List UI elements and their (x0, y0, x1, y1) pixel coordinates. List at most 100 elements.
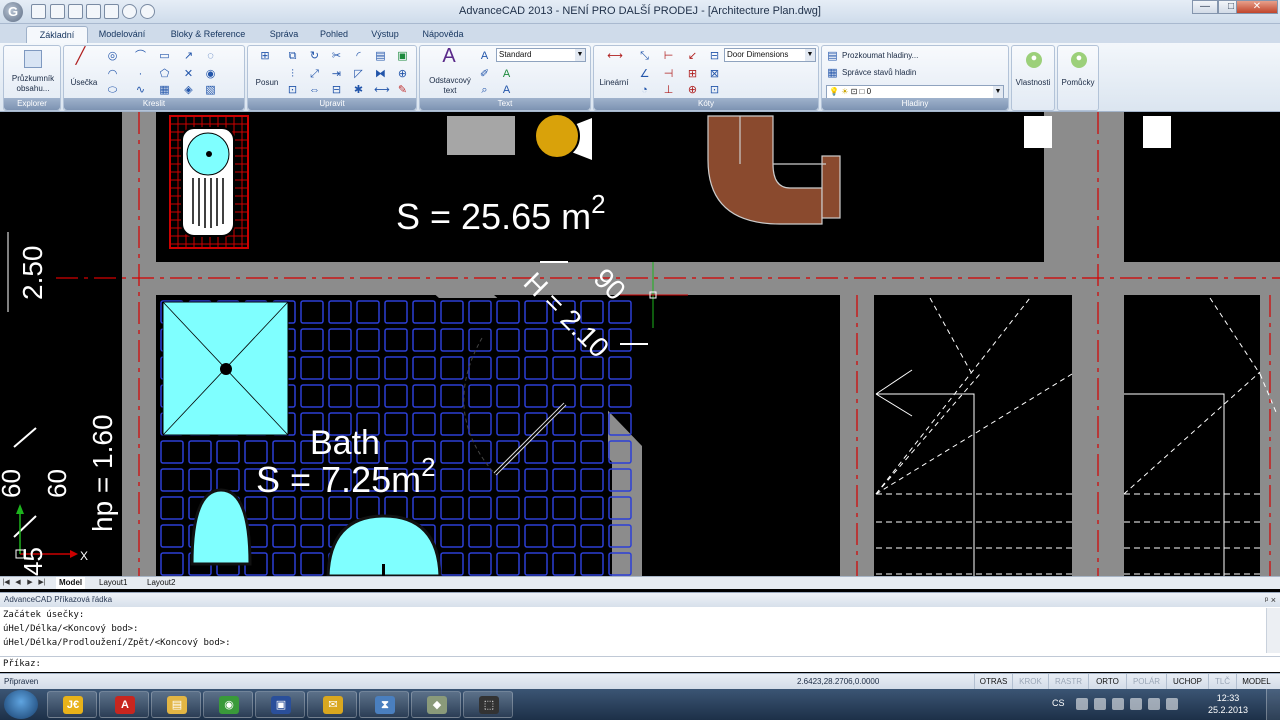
text-find-icon[interactable]: ⌕ (478, 84, 491, 97)
join-tool-icon[interactable]: ⧓ (374, 68, 387, 81)
layer-state-manager-button[interactable]: Správce stavů hladin (842, 67, 916, 79)
trim-tool-icon[interactable]: ✂ (330, 50, 343, 63)
arc-tool-icon[interactable]: ◠ (106, 68, 119, 81)
chamfer-tool-icon[interactable]: ◸ (352, 68, 365, 81)
layer-manager-icon[interactable]: ▦ (826, 67, 839, 80)
lengthen-tool-icon[interactable]: ⟷ (374, 84, 390, 97)
properties-button[interactable]: Vlastnosti (1012, 78, 1054, 88)
dimension-style-select[interactable]: Door Dimensions ▼ (724, 48, 816, 62)
toggle-rastr[interactable]: RASTR (1048, 674, 1088, 689)
ray-tool-icon[interactable]: ↗ (182, 50, 195, 63)
language-indicator[interactable]: CS (1052, 698, 1065, 708)
extend-tool-icon[interactable]: ⇥ (330, 68, 343, 81)
clock[interactable]: 12:33 25.2.2013 (1208, 692, 1248, 716)
tray-flag-icon[interactable] (1094, 698, 1106, 710)
start-button[interactable] (4, 690, 38, 719)
scale-tool-icon[interactable]: ⤢ (308, 68, 321, 81)
toggle-model[interactable]: MODEL (1236, 674, 1276, 689)
mtext-tool-icon[interactable]: A (438, 46, 460, 72)
angular-dim-icon[interactable]: ∠ (638, 68, 651, 81)
tab-bloky-reference[interactable]: Bloky & Reference (160, 26, 256, 43)
mtext-tool-button[interactable]: Odstavcový text (422, 76, 478, 96)
close-button[interactable]: ✕ (1236, 0, 1278, 14)
tray-app-icon[interactable] (1112, 698, 1124, 710)
content-explorer-icon[interactable] (24, 50, 42, 68)
erase-tool-icon[interactable]: ✎ (396, 84, 409, 97)
hatch-tool-icon[interactable]: ▦ (158, 84, 171, 97)
taskbar-app-hourglass[interactable]: ⧗ (359, 691, 409, 718)
move-tool-icon[interactable]: ⊞ (256, 50, 274, 68)
spline-tool-icon[interactable]: ∿ (134, 84, 147, 97)
dim-update-icon[interactable]: ⊡ (708, 84, 721, 97)
ellipse-tool-icon[interactable]: ⬭ (106, 84, 119, 97)
text-scale-icon[interactable]: A (500, 68, 513, 81)
radius-dim-icon[interactable]: ◔ (638, 84, 651, 97)
tray-show-hidden-icon[interactable] (1076, 698, 1088, 710)
baseline-dim-icon[interactable]: ⊢ (662, 50, 675, 63)
line-tool-icon[interactable]: ╱ (74, 49, 87, 65)
tab-sprava[interactable]: Správa (262, 26, 306, 43)
layout-tab-layout1[interactable]: Layout1 (96, 577, 130, 589)
layout-tab-model[interactable]: Model (56, 577, 86, 589)
tab-modelovani[interactable]: Modelování (90, 26, 154, 43)
point-tool-icon[interactable]: · (134, 68, 147, 81)
text-tool-icon[interactable]: A (478, 50, 491, 63)
align-tool-icon[interactable]: ⊕ (396, 68, 409, 81)
drawing-canvas[interactable]: S = 25.65 m2 Bath S = 7.25m2 90 H = 2.10… (0, 112, 1280, 576)
minimize-button[interactable]: — (1192, 0, 1218, 14)
layer-explorer-button[interactable]: Prozkoumat hladiny... (842, 50, 918, 62)
toggle-orto[interactable]: ORTO (1088, 674, 1126, 689)
taskbar-app-explorer[interactable]: ▤ (151, 691, 201, 718)
properties-icon[interactable]: ● (1026, 52, 1042, 68)
command-history-scrollbar[interactable] (1266, 608, 1280, 653)
taskbar-app-save-app[interactable]: ▣ (255, 691, 305, 718)
tab-vystup[interactable]: Výstup (362, 26, 408, 43)
taskbar-app-cad[interactable]: ◆ (411, 691, 461, 718)
copy-tool-icon[interactable]: ⧉ (286, 50, 299, 63)
text-style-select[interactable]: Standard ▼ (496, 48, 586, 62)
layer-explorer-icon[interactable]: ▤ (826, 50, 839, 63)
tab-napoveda[interactable]: Nápověda (414, 26, 472, 43)
polygon-tool-icon[interactable]: ⬠ (158, 68, 171, 81)
tray-network-icon[interactable] (1130, 698, 1142, 710)
toggle-otras[interactable]: OTRAS (974, 674, 1012, 689)
tray-volume-icon[interactable] (1166, 698, 1178, 710)
linear-dimension-button[interactable]: Lineární (594, 78, 634, 88)
next-tab-icon[interactable]: ▶ (26, 578, 34, 588)
dim-edit-icon[interactable]: ⊟ (708, 50, 721, 63)
text-edit-icon[interactable]: ✐ (478, 68, 491, 81)
mirror-tool-icon[interactable]: ⫶ (286, 68, 299, 81)
region-tool-icon[interactable]: ◈ (182, 84, 195, 97)
command-window-controls[interactable]: ᵖ × (1265, 593, 1276, 607)
line-tool-button[interactable]: Úsečka (66, 78, 102, 88)
tab-pohled[interactable]: Pohled (311, 26, 357, 43)
stretch-tool-icon[interactable]: ⇔ (308, 84, 321, 97)
prev-tab-icon[interactable]: ◀ (14, 578, 22, 588)
toggle-krok[interactable]: KROK (1012, 674, 1048, 689)
explode-tool-icon[interactable]: ✱ (352, 84, 365, 97)
first-tab-icon[interactable]: |◀ (2, 578, 10, 588)
fillet-tool-icon[interactable]: ◜ (352, 50, 365, 63)
move-tool-button[interactable]: Posun (250, 78, 284, 88)
last-tab-icon[interactable]: ▶| (38, 578, 46, 588)
command-input[interactable]: Příkaz: (0, 656, 1280, 672)
taskbar-app-jedit[interactable]: J€ (47, 691, 97, 718)
toggle-uchop[interactable]: UCHOP (1166, 674, 1208, 689)
dim-style-icon[interactable]: ⊠ (708, 68, 721, 81)
center-mark-icon[interactable]: ⊕ (686, 84, 699, 97)
rectangle-tool-icon[interactable]: ▭ (158, 50, 171, 63)
taskbar-app-capture[interactable]: ⬚ (463, 691, 513, 718)
aligned-dim-icon[interactable]: ⤡ (638, 50, 651, 63)
show-desktop-button[interactable] (1266, 689, 1280, 720)
donut-tool-icon[interactable]: ◌ (204, 50, 217, 63)
text-justify-icon[interactable]: A (500, 84, 513, 97)
ordinate-dim-icon[interactable]: ⊥ (662, 84, 675, 97)
toggle-tlc[interactable]: TLČ (1208, 674, 1236, 689)
tab-zakladni[interactable]: Základní (26, 26, 88, 43)
content-explorer-button[interactable]: Průzkumník obsahu... (6, 74, 60, 94)
current-layer-select[interactable]: 💡 ☀ ⊡ □ 0 ▼ (826, 85, 1004, 99)
utilities-icon[interactable]: ● (1071, 52, 1087, 68)
leader-icon[interactable]: ↙ (686, 50, 699, 63)
break-tool-icon[interactable]: ⊟ (330, 84, 343, 97)
polyline-tool-icon[interactable]: ⌒ (134, 50, 147, 63)
